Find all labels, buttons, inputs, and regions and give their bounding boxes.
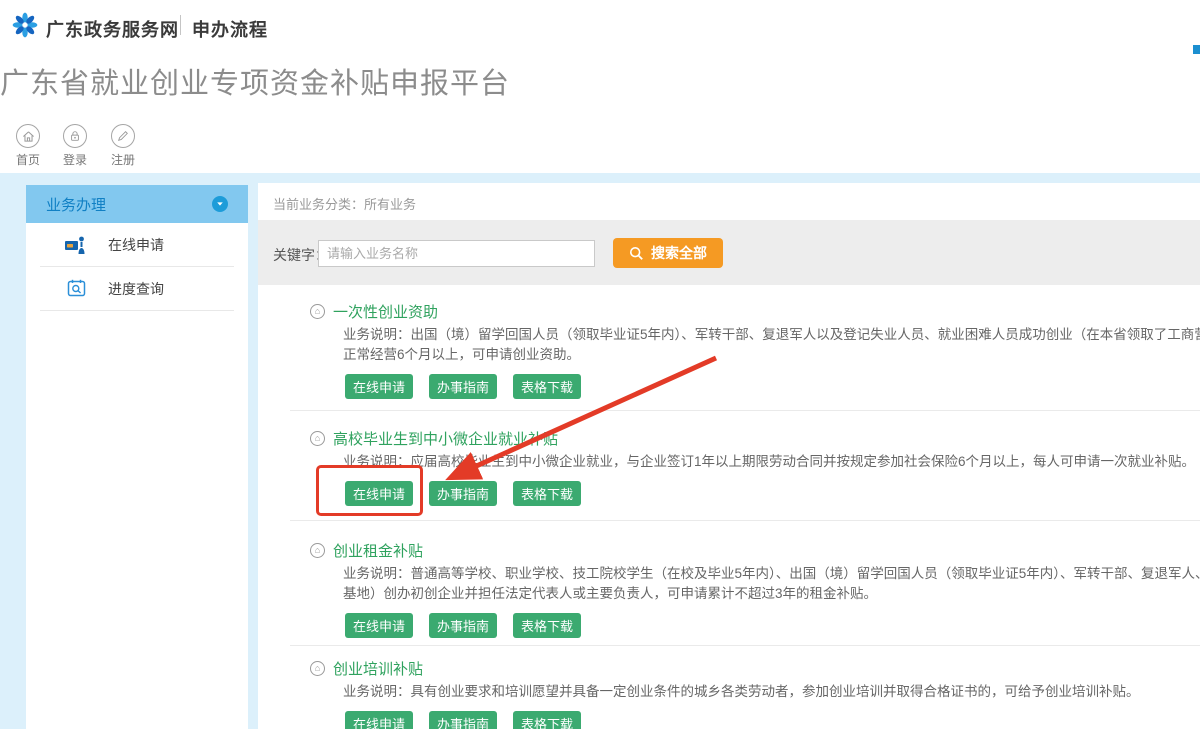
search-icon	[629, 246, 644, 261]
service-title-link[interactable]: 创业租金补贴	[333, 540, 423, 561]
service-description: 正常经营6个月以上，可申请创业资助。	[343, 345, 1200, 365]
chevron-down-icon[interactable]	[212, 196, 228, 212]
search-all-label: 搜索全部	[651, 243, 707, 263]
online-apply-button[interactable]: 在线申请	[345, 711, 413, 729]
brand-divider	[180, 15, 181, 35]
service-description: 基地）创办初创企业并担任法定代表人或主要负责人，可申请累计不超过3年的租金补贴。	[343, 584, 1200, 604]
lock-icon	[63, 124, 87, 148]
site-subtitle: 申办流程	[192, 16, 268, 42]
form-download-button[interactable]: 表格下载	[513, 374, 581, 399]
service-description: 业务说明：具有创业要求和培训愿望并具备一定创业条件的城乡各类劳动者，参加创业培训…	[343, 682, 1200, 702]
service-title-row: ⌂ 一次性创业资助	[310, 301, 1200, 321]
guide-button[interactable]: 办事指南	[429, 374, 497, 399]
main-panel: 当前业务分类：所有业务 关键字： 搜索全部 ⌂ 一次性创业资助 业务说明：出国	[258, 183, 1200, 729]
site-brand: 广东政务服务网	[46, 16, 179, 42]
service-item: ⌂ 创业租金补贴 业务说明：普通高等学校、职业学校、技工院校学生（在校及毕业5年…	[310, 540, 1200, 638]
service-actions: 在线申请 办事指南 表格下载	[345, 613, 1200, 638]
gov-logo-icon	[12, 12, 38, 38]
category-bar: 当前业务分类：所有业务	[258, 183, 1200, 220]
guide-button[interactable]: 办事指南	[429, 711, 497, 729]
search-all-button[interactable]: 搜索全部	[613, 238, 723, 268]
sidebar-item-label: 在线申请	[108, 235, 164, 255]
pencil-icon	[111, 124, 135, 148]
service-list: ⌂ 一次性创业资助 业务说明：出国（境）留学回国人员（领取毕业证5年内）、军转干…	[258, 285, 1200, 729]
search-bar: 关键字： 搜索全部	[258, 220, 1200, 285]
nav-login-label: 登录	[52, 151, 98, 168]
service-item: ⌂ 高校毕业生到中小微企业就业补贴 业务说明：应届高校毕业生到中小微企业就业，与…	[310, 428, 1200, 506]
top-header: 广东政务服务网 申办流程	[0, 0, 1200, 52]
service-actions: 在线申请 办事指南 表格下载	[345, 711, 1200, 729]
service-actions: 在线申请 办事指南 表格下载	[345, 481, 1200, 506]
service-bullet-icon: ⌂	[310, 543, 325, 558]
sidebar-item-label: 进度查询	[108, 279, 164, 299]
service-title-row: ⌂ 创业租金补贴	[310, 540, 1200, 560]
content-region: 业务办理 在线申请	[0, 173, 1200, 729]
sidebar-header-label: 业务办理	[46, 194, 106, 215]
service-title-link[interactable]: 高校毕业生到中小微企业就业补贴	[333, 428, 558, 449]
sidebar: 业务办理 在线申请	[26, 185, 248, 729]
service-actions: 在线申请 办事指南 表格下载	[345, 374, 1200, 399]
service-description: 业务说明：普通高等学校、职业学校、技工院校学生（在校及毕业5年内）、出国（境）留…	[343, 564, 1200, 584]
service-description: 业务说明：出国（境）留学回国人员（领取毕业证5年内）、军转干部、复退军人以及登记…	[343, 325, 1200, 345]
service-title-link[interactable]: 一次性创业资助	[333, 301, 438, 322]
page: 广东政务服务网 申办流程 广东省就业创业专项资金补贴申报平台 首页 登录 注册 …	[0, 0, 1200, 729]
online-apply-button[interactable]: 在线申请	[345, 613, 413, 638]
nav-register[interactable]: 注册	[100, 124, 146, 168]
nav-home-label: 首页	[5, 151, 51, 168]
service-bullet-icon: ⌂	[310, 431, 325, 446]
nav-home[interactable]: 首页	[5, 124, 51, 168]
service-title-link[interactable]: 创业培训补贴	[333, 658, 423, 679]
sidebar-item-online-apply[interactable]: 在线申请	[40, 223, 234, 267]
online-apply-button[interactable]: 在线申请	[345, 374, 413, 399]
guide-button[interactable]: 办事指南	[429, 481, 497, 506]
item-divider	[290, 410, 1200, 411]
service-title-row: ⌂ 高校毕业生到中小微企业就业补贴	[310, 428, 1200, 448]
service-bullet-icon: ⌂	[310, 304, 325, 319]
form-download-button[interactable]: 表格下载	[513, 711, 581, 729]
nav-login[interactable]: 登录	[52, 124, 98, 168]
nav-register-label: 注册	[100, 151, 146, 168]
service-bullet-icon: ⌂	[310, 661, 325, 676]
sidebar-header[interactable]: 业务办理	[26, 185, 248, 223]
item-divider	[290, 520, 1200, 521]
item-divider	[290, 645, 1200, 646]
online-apply-button-highlighted[interactable]: 在线申请	[345, 481, 413, 506]
sidebar-item-progress-query[interactable]: 进度查询	[40, 267, 234, 311]
page-title: 广东省就业创业专项资金补贴申报平台	[0, 60, 510, 102]
service-item: ⌂ 一次性创业资助 业务说明：出国（境）留学回国人员（领取毕业证5年内）、军转干…	[310, 301, 1200, 399]
form-download-button[interactable]: 表格下载	[513, 481, 581, 506]
online-apply-icon	[65, 235, 87, 255]
category-text: 当前业务分类：所有业务	[273, 194, 416, 213]
service-item: ⌂ 创业培训补贴 业务说明：具有创业要求和培训愿望并具备一定创业条件的城乡各类劳…	[310, 658, 1200, 729]
form-download-button[interactable]: 表格下载	[513, 613, 581, 638]
corner-chip	[1193, 45, 1200, 54]
home-icon	[16, 124, 40, 148]
guide-button[interactable]: 办事指南	[429, 613, 497, 638]
service-description: 业务说明：应届高校毕业生到中小微企业就业，与企业签订1年以上期限劳动合同并按规定…	[343, 452, 1200, 472]
progress-query-icon	[65, 279, 87, 299]
search-input[interactable]	[318, 240, 595, 267]
service-title-row: ⌂ 创业培训补贴	[310, 658, 1200, 678]
